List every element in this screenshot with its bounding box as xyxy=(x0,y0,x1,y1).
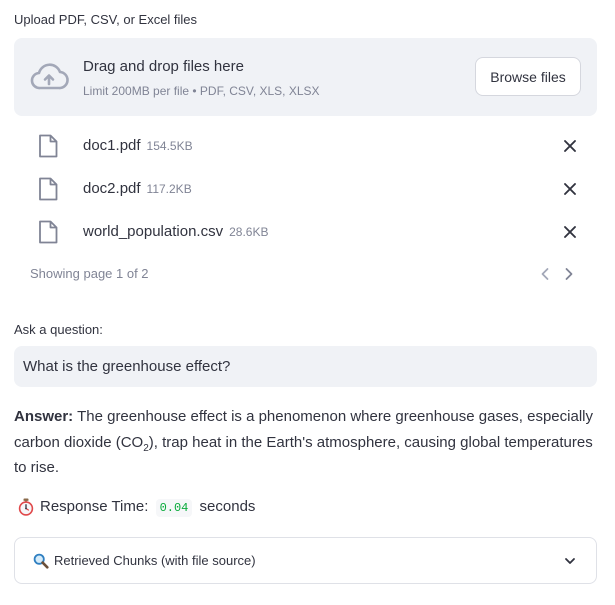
chevron-left-icon[interactable] xyxy=(538,266,552,282)
close-icon[interactable] xyxy=(563,139,577,153)
magnifier-icon xyxy=(33,553,49,569)
file-icon xyxy=(39,177,58,201)
file-size: 28.6KB xyxy=(229,225,269,239)
answer-text: Answer: The greenhouse effect is a pheno… xyxy=(14,404,599,481)
response-time: Response Time: 0.04 seconds xyxy=(40,498,256,517)
dropzone-title: Drag and drop files here xyxy=(83,58,244,75)
file-name-text: doc2.pdf xyxy=(83,180,141,197)
question-label: Ask a question: xyxy=(14,322,103,337)
file-icon xyxy=(39,220,58,244)
browse-files-button[interactable]: Browse files xyxy=(475,57,581,96)
retrieved-chunks-expander[interactable]: Retrieved Chunks (with file source) xyxy=(14,537,597,584)
file-size: 154.5KB xyxy=(146,139,193,153)
file-name: doc2.pdf 117.2KB xyxy=(83,180,192,197)
expander-label: Retrieved Chunks (with file source) xyxy=(54,553,256,568)
chevron-right-icon[interactable] xyxy=(562,266,576,282)
upload-label: Upload PDF, CSV, or Excel files xyxy=(14,12,198,27)
file-icon xyxy=(39,134,58,158)
file-name: doc1.pdf 154.5KB xyxy=(83,137,193,154)
response-time-value: 0.04 xyxy=(155,499,193,517)
file-name-text: world_population.csv xyxy=(83,223,224,240)
file-name-text: doc1.pdf xyxy=(83,137,141,154)
response-time-label: Response Time: xyxy=(40,498,149,515)
answer-prefix: Answer: xyxy=(14,408,74,425)
file-name: world_population.csv 28.6KB xyxy=(83,223,268,240)
file-list-item: world_population.csv 28.6KB xyxy=(14,216,597,250)
file-list-item: doc2.pdf 117.2KB xyxy=(14,173,597,207)
file-size: 117.2KB xyxy=(146,182,192,196)
file-list-item: doc1.pdf 154.5KB xyxy=(14,130,597,164)
file-dropzone[interactable]: Drag and drop files here Limit 200MB per… xyxy=(14,38,597,116)
chevron-down-icon xyxy=(565,558,575,564)
close-icon[interactable] xyxy=(563,182,577,196)
cloud-upload-icon xyxy=(30,63,69,90)
close-icon[interactable] xyxy=(563,225,577,239)
stopwatch-icon xyxy=(18,498,34,516)
response-time-unit: seconds xyxy=(199,498,256,515)
dropzone-limit-text: Limit 200MB per file • PDF, CSV, XLS, XL… xyxy=(83,84,320,98)
question-input[interactable] xyxy=(14,346,597,387)
pagination-text: Showing page 1 of 2 xyxy=(30,266,149,281)
